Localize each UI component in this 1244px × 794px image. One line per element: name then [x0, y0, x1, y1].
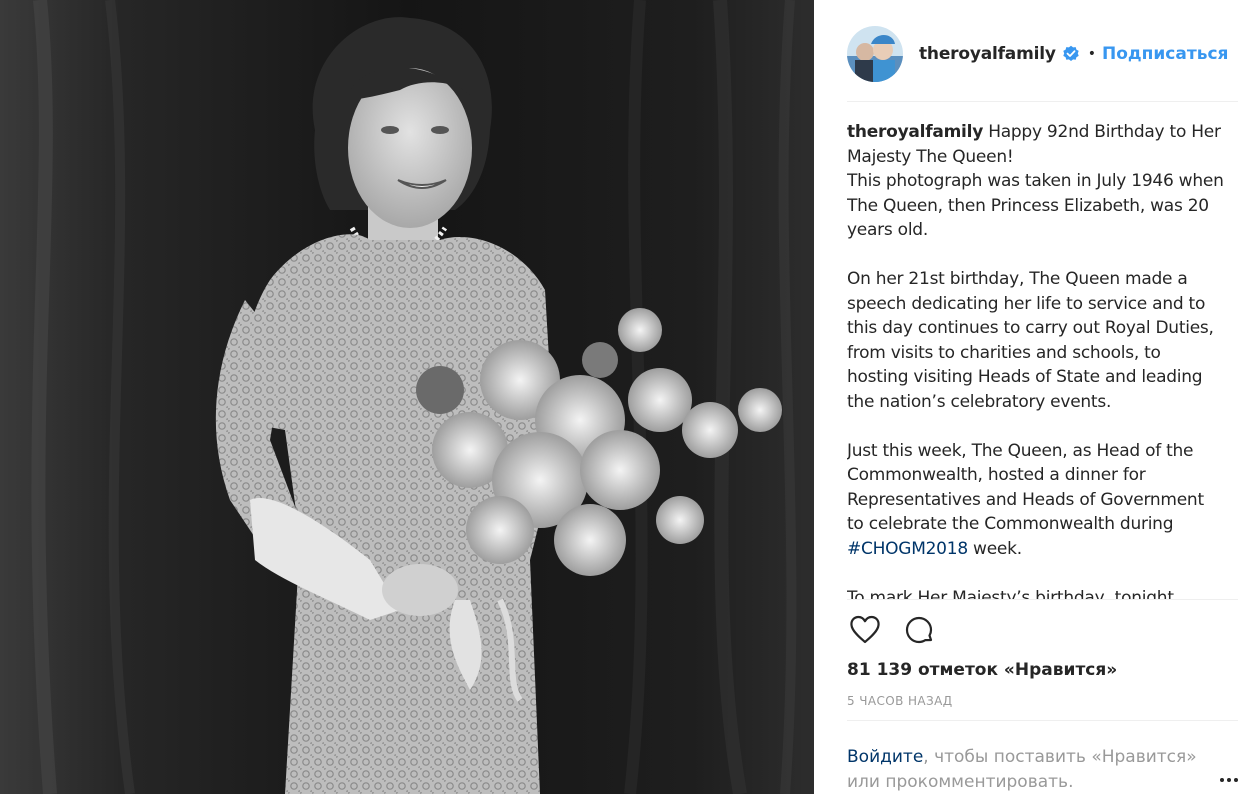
- caption-text: This photograph was taken in July 1946 w…: [847, 171, 1224, 240]
- more-options-icon[interactable]: [1220, 778, 1238, 784]
- divider: [847, 720, 1238, 721]
- photo-image: [0, 0, 814, 794]
- caption-paragraph: Just this week, The Queen, as Head of th…: [847, 439, 1225, 562]
- caption-text: week.: [973, 538, 1022, 559]
- login-link[interactable]: Войдите: [847, 747, 923, 767]
- avatar-image: [847, 25, 903, 82]
- heart-icon: [850, 615, 880, 644]
- caption-username[interactable]: theroyalfamily: [847, 122, 983, 142]
- caption-paragraph: theroyalfamily Happy 92nd Birthday to He…: [847, 120, 1225, 169]
- instagram-post: theroyalfamily • Подписаться theroyalfam…: [0, 0, 1244, 794]
- caption-scroll-area[interactable]: theroyalfamily Happy 92nd Birthday to He…: [847, 120, 1225, 600]
- post-side-panel: theroyalfamily • Подписаться theroyalfam…: [814, 0, 1244, 794]
- login-prompt: Войдите, чтобы поставить «Нравится» или …: [847, 745, 1227, 794]
- caption-text: Just this week, The Queen, as Head of th…: [847, 440, 1204, 535]
- caption-text: On her 21st birthday, The Queen made a s…: [847, 269, 1214, 412]
- header-username[interactable]: theroyalfamily: [919, 44, 1056, 64]
- post-timestamp[interactable]: 5 ЧАСОВ НАЗАД: [847, 694, 952, 708]
- divider: [847, 599, 1238, 600]
- separator-dot: •: [1087, 45, 1096, 62]
- comment-icon: [905, 616, 933, 644]
- comment-button[interactable]: [901, 612, 937, 648]
- caption-text: To mark Her Majesty’s birthday, tonight: [847, 587, 1174, 601]
- verified-badge-icon: [1062, 45, 1080, 63]
- likes-count[interactable]: 81 139 отметок «Нравится»: [847, 660, 1117, 680]
- action-bar: [847, 612, 937, 648]
- caption: theroyalfamily Happy 92nd Birthday to He…: [847, 120, 1225, 600]
- follow-button[interactable]: Подписаться: [1102, 44, 1228, 64]
- like-button[interactable]: [847, 612, 883, 648]
- hashtag-link[interactable]: #CHOGM2018: [847, 539, 968, 559]
- avatar[interactable]: [847, 25, 903, 82]
- post-header: theroyalfamily • Подписаться: [847, 18, 1238, 102]
- post-photo[interactable]: [0, 0, 814, 794]
